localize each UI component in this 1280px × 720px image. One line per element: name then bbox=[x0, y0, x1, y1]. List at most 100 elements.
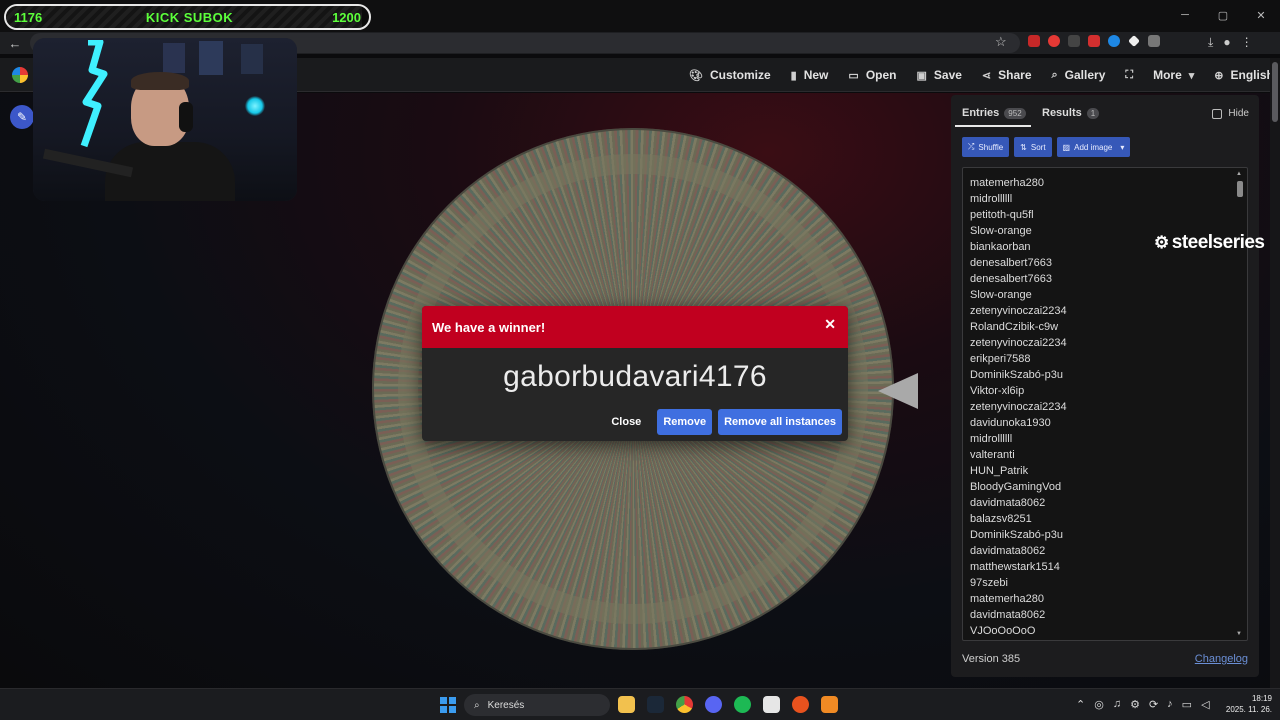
tray-icon[interactable]: ⟳ bbox=[1149, 698, 1158, 711]
list-item: BloodyGamingVod bbox=[970, 481, 1062, 493]
subgoal-current: 1176 bbox=[14, 10, 43, 25]
notepad-icon[interactable] bbox=[763, 696, 780, 713]
cyan-lamp bbox=[245, 96, 265, 116]
chevron-down-icon: ▾ bbox=[1120, 142, 1125, 152]
volume-icon[interactable]: ◁ bbox=[1201, 698, 1209, 711]
list-item: matemerha280 bbox=[970, 593, 1044, 605]
minimize-icon[interactable]: ─ bbox=[1166, 0, 1204, 30]
language-button[interactable]: ⊕ English bbox=[1214, 68, 1274, 82]
chevron-up-icon[interactable]: ⌃ bbox=[1076, 698, 1085, 711]
nav-label: English bbox=[1230, 68, 1274, 82]
globe-icon: ⊕ bbox=[1214, 69, 1224, 82]
palette-icon: 🎨︎ bbox=[689, 69, 703, 82]
page-scrollbar[interactable] bbox=[1270, 58, 1280, 688]
dialog-actions: Close Remove Remove all instances bbox=[601, 409, 842, 435]
puzzle-icon[interactable] bbox=[1148, 35, 1160, 47]
maximize-icon[interactable]: ▢ bbox=[1204, 0, 1242, 30]
file-explorer-icon[interactable] bbox=[618, 696, 635, 713]
add-image-button[interactable]: ▨ Add image ▾ bbox=[1056, 137, 1131, 157]
share-icon: ⋖ bbox=[981, 69, 992, 82]
search-icon: ⌕ bbox=[1051, 68, 1058, 81]
tray-icon[interactable]: ⚙ bbox=[1130, 698, 1140, 711]
save-icon: ▣ bbox=[916, 69, 927, 82]
image-icon: ▨ bbox=[1062, 142, 1071, 152]
discord-icon[interactable] bbox=[705, 696, 722, 713]
nav-menu: 🎨︎ Customize ▮ New ▭ Open ▣ Save ⋖ Share ⌕ Gal… bbox=[689, 58, 1274, 92]
search-placeholder: Keresés bbox=[487, 699, 525, 711]
extension-icon[interactable] bbox=[1068, 35, 1080, 47]
gallery-button[interactable]: ⌕ Gallery bbox=[1052, 68, 1106, 82]
sort-icon: ⇅ bbox=[1020, 142, 1027, 152]
open-button[interactable]: ▭ Open bbox=[848, 68, 896, 82]
shuffle-icon: ⤮ bbox=[968, 142, 975, 151]
more-button[interactable]: More ▾ bbox=[1153, 68, 1194, 82]
spotify-icon[interactable] bbox=[734, 696, 751, 713]
share-button[interactable]: ⋖ Share bbox=[982, 68, 1032, 82]
new-button[interactable]: ▮ New bbox=[791, 68, 829, 82]
headset-icon bbox=[179, 102, 193, 132]
scroll-up-icon[interactable]: ▲ bbox=[1236, 171, 1242, 177]
page-scroll-thumb[interactable] bbox=[1272, 62, 1278, 122]
list-item: davidunoka1930 bbox=[970, 417, 1051, 429]
app-icon[interactable] bbox=[821, 696, 838, 713]
button-label: Sort bbox=[1030, 142, 1046, 152]
hide-checkbox[interactable] bbox=[1212, 108, 1223, 119]
list-item: midrollllll bbox=[970, 193, 1013, 205]
tab-label: Entries bbox=[962, 107, 1000, 119]
close-button[interactable]: Close bbox=[601, 409, 651, 435]
changelog-link[interactable]: Changelog bbox=[1195, 653, 1248, 665]
menu-dots-icon[interactable]: ⋮ bbox=[1241, 35, 1253, 50]
remove-button[interactable]: Remove bbox=[657, 409, 713, 435]
tab-entries[interactable]: Entries 952 bbox=[962, 107, 1026, 119]
list-item: davidmata8062 bbox=[970, 545, 1046, 557]
hide-toggle[interactable]: Hide bbox=[1212, 108, 1249, 119]
shuffle-button[interactable]: ⤮ Shuffle bbox=[962, 137, 1010, 157]
edit-pencil-icon[interactable]: ✎ bbox=[10, 105, 34, 129]
taskbar-clock[interactable]: 18:19 2025. 11. 26. bbox=[1216, 693, 1272, 715]
scroll-down-icon[interactable]: ▼ bbox=[1236, 631, 1242, 637]
close-icon[interactable]: ✕ bbox=[824, 316, 836, 333]
window-controls: ─ ▢ ✕ bbox=[1166, 0, 1280, 30]
extension-icon[interactable] bbox=[1048, 35, 1060, 47]
adblock-icon[interactable] bbox=[1088, 35, 1100, 47]
scroll-thumb[interactable] bbox=[1237, 181, 1243, 197]
extension-icon[interactable] bbox=[1128, 35, 1140, 47]
taskbar-search[interactable]: ⌕ Keresés bbox=[464, 694, 610, 716]
list-item: RolandCzibik-c9w bbox=[970, 321, 1059, 333]
remove-all-instances-button[interactable]: Remove all instances bbox=[718, 409, 842, 435]
fullscreen-button[interactable]: ⛶ bbox=[1125, 69, 1133, 82]
list-item: zetenyvinoczai2234 bbox=[970, 337, 1067, 349]
download-icon[interactable]: ⤓ bbox=[1208, 35, 1213, 50]
list-item: denesalbert7663 bbox=[970, 257, 1052, 269]
chrome-icon[interactable] bbox=[676, 696, 693, 713]
display-icon[interactable]: ▭ bbox=[1182, 698, 1192, 711]
close-window-icon[interactable]: ✕ bbox=[1242, 0, 1280, 30]
bookmark-star-icon[interactable]: ☆ bbox=[995, 34, 1007, 50]
app-icon[interactable] bbox=[792, 696, 809, 713]
subgoal-bar: KICK SUBOK 1176 1200 bbox=[4, 4, 371, 30]
chevron-down-icon: ▾ bbox=[1188, 69, 1195, 82]
microphone-icon[interactable]: ♪ bbox=[1167, 698, 1173, 711]
list-item: DominikSzabó-p3u bbox=[970, 369, 1063, 381]
tab-results[interactable]: Results 1 bbox=[1042, 107, 1100, 119]
profile-icon[interactable]: ● bbox=[1223, 35, 1230, 50]
headphones-icon[interactable]: ♫ bbox=[1113, 698, 1121, 711]
save-button[interactable]: ▣ Save bbox=[916, 68, 961, 82]
list-item: zetenyvinoczai2234 bbox=[970, 401, 1067, 413]
back-arrow-icon[interactable]: ← bbox=[6, 34, 24, 52]
app-logo-icon[interactable] bbox=[12, 67, 28, 83]
version-label: Version 385 bbox=[962, 653, 1021, 665]
windows-start-icon[interactable] bbox=[440, 697, 456, 713]
tray-icon[interactable]: ◎ bbox=[1094, 698, 1104, 711]
extension-icon[interactable] bbox=[1108, 35, 1120, 47]
dialog-header: We have a winner! ✕ bbox=[422, 306, 848, 348]
tab-label: Results bbox=[1042, 107, 1082, 119]
clock-date: 2025. 11. 26. bbox=[1225, 705, 1272, 714]
extension-icon[interactable] bbox=[1028, 35, 1040, 47]
sort-button[interactable]: ⇅ Sort bbox=[1014, 137, 1052, 157]
customize-button[interactable]: 🎨︎ Customize bbox=[689, 68, 771, 82]
list-item: zetenyvinoczai2234 bbox=[970, 305, 1067, 317]
list-item: VJOoOoOoO bbox=[970, 625, 1036, 637]
button-label: Shuffle bbox=[978, 142, 1004, 152]
steam-icon[interactable] bbox=[647, 696, 664, 713]
